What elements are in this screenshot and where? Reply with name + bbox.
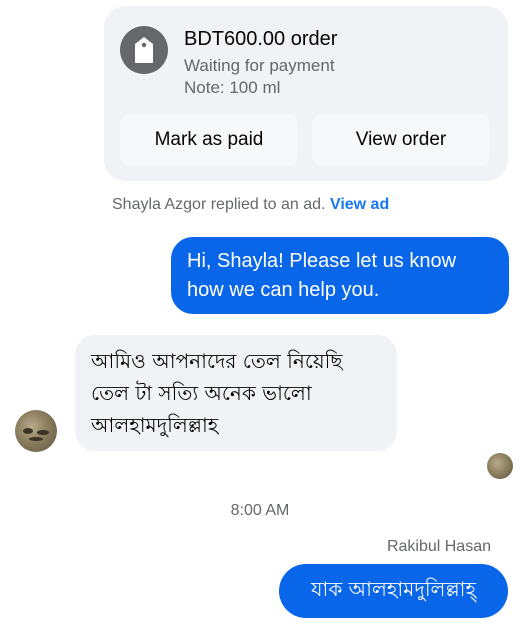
outgoing-message[interactable]: যাক আলহামদুলিল্লাহ্: [279, 564, 508, 618]
view-order-button[interactable]: View order: [312, 114, 490, 166]
avatar[interactable]: [15, 410, 57, 452]
outgoing-message[interactable]: Hi, Shayla! Please let us know how we ca…: [171, 237, 509, 314]
message-line: আলহামদুলিল্লাহ: [91, 413, 219, 437]
ad-reply-notice: Shayla Azgor replied to an ad. View ad: [112, 196, 389, 214]
order-title: BDT600.00 order: [184, 28, 338, 50]
timestamp: 8:00 AM: [230, 502, 290, 519]
message-text: যাক আলহামদুলিল্লাহ্: [311, 576, 476, 601]
price-tag-icon: [120, 26, 168, 74]
incoming-message[interactable]: আমিও আপনাদের তেল নিয়েছি তেল টা সত্যি অন…: [75, 335, 397, 451]
order-note: Note: 100 ml: [184, 78, 281, 97]
order-card: BDT600.00 order Waiting for payment Note…: [104, 6, 508, 181]
view-ad-link[interactable]: View ad: [330, 196, 389, 213]
sender-name: Rakibul Hasan: [386, 538, 491, 555]
message-line: তেল টা সত্যি অনেক ভালো: [91, 381, 312, 405]
mark-as-paid-button[interactable]: Mark as paid: [120, 114, 298, 166]
ad-reply-text: Shayla Azgor replied to an ad.: [112, 196, 326, 213]
order-status: Waiting for payment: [184, 56, 335, 75]
message-line: আমিও আপনাদের তেল নিয়েছি: [91, 349, 343, 373]
message-text: Hi, Shayla! Please let us know how we ca…: [187, 250, 457, 301]
seen-indicator-avatar: [487, 453, 513, 479]
